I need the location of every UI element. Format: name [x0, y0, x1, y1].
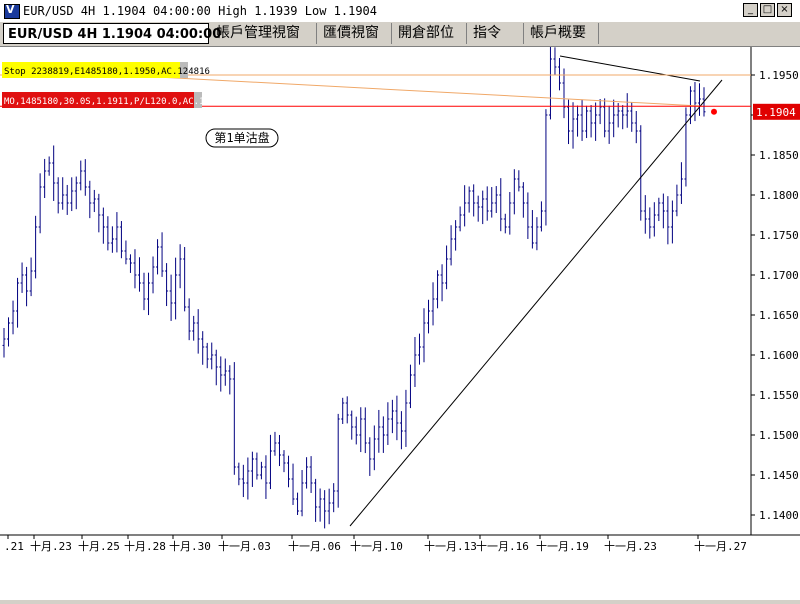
x-tick-label: 十月.25: [78, 539, 120, 553]
tab-open-positions[interactable]: 開倉部位: [394, 23, 467, 44]
tab-account-summary[interactable]: 帳戶概要: [526, 23, 599, 44]
order-label-text: Stop 2238819,E1485180,1.1950,AC.124816: [4, 67, 210, 77]
x-tick-label: 十一月.03: [218, 539, 271, 553]
annotation-text: 第1单沽盘: [214, 130, 269, 145]
order-marker: [711, 108, 717, 115]
tab-orders[interactable]: 指令: [469, 23, 524, 44]
chart-panel[interactable]: 1.19501.19001.18501.18001.17501.17001.16…: [0, 42, 800, 600]
y-tick-label: 1.1450: [759, 469, 799, 482]
x-tick-label: 十月.23: [30, 539, 72, 553]
x-tick-label: 十月.30: [169, 539, 211, 553]
x-tick-label: 十月.28: [124, 539, 166, 553]
close-button[interactable]: ×: [777, 3, 792, 17]
y-tick-label: 1.1500: [759, 429, 799, 442]
y-tick-label: 1.1700: [759, 269, 799, 282]
tab-chart-eurusd[interactable]: EUR/USD 4H 1.1904 04:00:00: [3, 23, 221, 44]
current-price-value: 1.1904: [756, 106, 796, 119]
y-tick-label: 1.1650: [759, 309, 799, 322]
app-logo-icon: V: [4, 3, 20, 19]
tab-quotes[interactable]: 匯價視窗: [319, 23, 392, 44]
x-tick-label: 十一月.27: [694, 539, 747, 553]
x-tick-label: 十一月.06: [288, 539, 341, 553]
y-tick-label: 1.1850: [759, 149, 799, 162]
y-tick-label: 1.1750: [759, 229, 799, 242]
y-tick-label: 1.1800: [759, 189, 799, 202]
y-tick-label: 1.1600: [759, 349, 799, 362]
x-tick-label: .21: [4, 540, 24, 553]
minimize-button[interactable]: _: [743, 3, 758, 17]
window-title: EUR/USD 4H 1.1904 04:00:00 High 1.1939 L…: [23, 4, 378, 18]
y-tick-label: 1.1550: [759, 389, 799, 402]
order-label-text: MO,1485180,30.0S,1.1911,P/L120.0,AC.1248…: [4, 97, 232, 107]
x-tick-label: 十一月.16: [476, 539, 529, 553]
maximize-button[interactable]: □: [760, 3, 775, 17]
x-tick-label: 十一月.10: [350, 539, 403, 553]
tab-strip: EUR/USD 4H 1.1904 04:00:00 帳戶管理視窗 匯價視窗 開…: [0, 22, 800, 47]
y-tick-label: 1.1950: [759, 69, 799, 82]
y-tick-label: 1.1400: [759, 509, 799, 522]
x-tick-label: 十一月.23: [604, 539, 657, 553]
price-chart[interactable]: 1.19501.19001.18501.18001.17501.17001.16…: [0, 42, 800, 600]
x-tick-label: 十一月.13: [424, 539, 477, 553]
window-title-bar: V EUR/USD 4H 1.1904 04:00:00 High 1.1939…: [0, 0, 800, 23]
x-tick-label: 十一月.19: [536, 539, 589, 553]
tab-account-management[interactable]: 帳戶管理視窗: [212, 23, 317, 44]
